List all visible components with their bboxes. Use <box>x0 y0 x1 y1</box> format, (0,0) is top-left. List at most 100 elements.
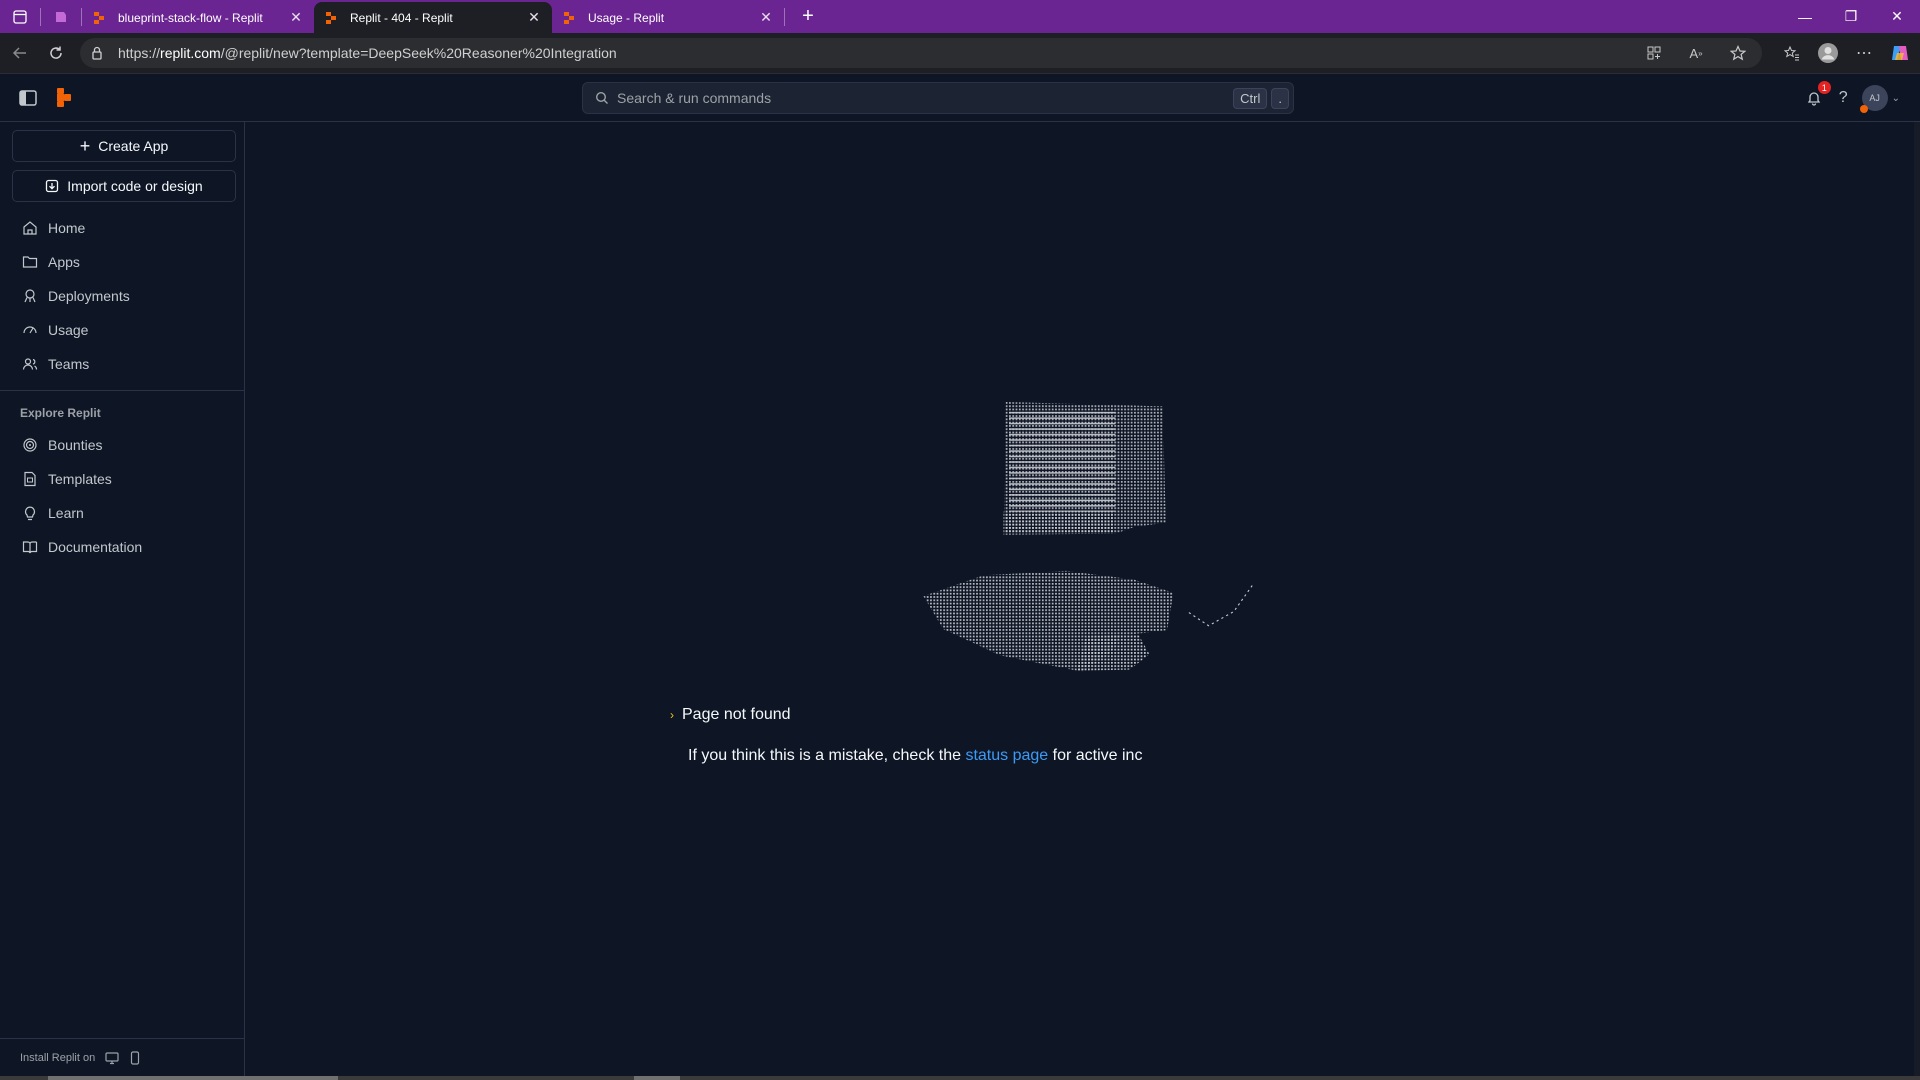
import-icon <box>46 179 59 193</box>
plus-icon: + <box>79 135 91 156</box>
profile-icon[interactable] <box>1814 39 1842 67</box>
sidebar-item-bounties[interactable]: Bounties <box>0 428 245 462</box>
sidebar-item-teams[interactable]: Teams <box>0 347 245 381</box>
explore-heading: Explore Replit <box>20 406 101 420</box>
folder-icon <box>22 256 38 268</box>
pinned-tab-icon[interactable] <box>41 0 81 33</box>
close-tab-icon[interactable]: ✕ <box>526 9 542 26</box>
tab-separator <box>784 7 785 26</box>
minimize-icon[interactable]: — <box>1782 0 1828 33</box>
browser-toolbar: https://replit.com/@replit/new?template=… <box>0 33 1920 74</box>
address-bar[interactable]: https://replit.com/@replit/new?template=… <box>80 38 1762 68</box>
read-aloud-icon[interactable]: A» <box>1682 39 1710 67</box>
sidebar-item-label: Bounties <box>48 437 103 453</box>
help-icon[interactable]: ? <box>1839 89 1848 107</box>
replit-favicon-icon <box>326 11 336 24</box>
page-scrollbar[interactable] <box>1914 122 1920 1076</box>
mistake-suffix: for active inc <box>1048 747 1143 764</box>
favorites-icon[interactable] <box>1778 39 1806 67</box>
mobile-icon[interactable] <box>129 1050 141 1065</box>
mistake-message: If you think this is a mistake, check th… <box>688 747 1142 765</box>
sidebar: + Create App Import code or design Home … <box>0 122 245 1076</box>
search-icon <box>595 91 608 104</box>
sidebar-item-apps[interactable]: Apps <box>0 245 245 279</box>
replit-header: Search & run commands Ctrl . 1 ? AJ ⌄ <box>0 74 1920 122</box>
taskbar-preview-strip <box>0 1076 1920 1080</box>
sidebar-item-home[interactable]: Home <box>0 211 245 245</box>
sidebar-item-label: Home <box>48 220 86 236</box>
not-found-heading: › Page not found <box>670 706 791 724</box>
close-tab-icon[interactable]: ✕ <box>758 9 774 26</box>
book-icon <box>22 541 38 554</box>
replit-favicon-icon <box>94 11 104 24</box>
not-found-text: Page not found <box>682 706 791 723</box>
shortcut-ctrl-key: Ctrl <box>1233 87 1268 109</box>
usage-icon <box>23 326 37 334</box>
restore-icon[interactable]: ❐ <box>1828 0 1874 33</box>
sidebar-item-learn[interactable]: Learn <box>0 496 245 530</box>
chevron-down-icon[interactable]: ⌄ <box>1892 93 1900 104</box>
user-avatar[interactable]: AJ <box>1859 85 1888 113</box>
command-search-input[interactable]: Search & run commands Ctrl . <box>582 82 1294 114</box>
tab-title: Replit - 404 - Replit <box>350 10 453 25</box>
sidebar-item-label: Templates <box>48 471 112 487</box>
sidebar-item-deployments[interactable]: Deployments <box>0 279 245 313</box>
sidebar-item-documentation[interactable]: Documentation <box>0 530 245 564</box>
tab-title: blueprint-stack-flow - Replit <box>118 10 263 25</box>
import-label: Import code or design <box>67 178 203 194</box>
notification-badge: 1 <box>1817 81 1831 94</box>
tab-actions-icon[interactable] <box>0 0 40 33</box>
shortcut-dot-key: . <box>1271 87 1289 109</box>
bounties-icon <box>23 438 37 452</box>
ascii-art-illustration <box>923 402 1253 672</box>
explore-nav: Bounties Templates Learn Documentation <box>0 428 245 564</box>
create-app-label: Create App <box>98 138 169 154</box>
close-tab-icon[interactable]: ✕ <box>288 9 304 26</box>
desktop-icon[interactable] <box>105 1051 119 1065</box>
replit-favicon-icon <box>564 11 574 24</box>
more-menu-icon[interactable]: ⋯ <box>1850 39 1878 67</box>
browser-tab-active[interactable]: Replit - 404 - Replit ✕ <box>314 2 552 33</box>
import-button[interactable]: Import code or design <box>12 170 236 202</box>
new-tab-button[interactable]: + <box>793 5 823 28</box>
browser-tab[interactable]: blueprint-stack-flow - Replit ✕ <box>82 2 314 33</box>
sidebar-item-label: Documentation <box>48 539 143 555</box>
sidebar-item-label: Learn <box>48 505 84 521</box>
main-content: › Page not found If you think this is a … <box>246 122 1920 1076</box>
reload-icon[interactable] <box>38 35 74 71</box>
strip-segment <box>48 1076 338 1080</box>
sidebar-toggle-icon[interactable] <box>18 88 38 108</box>
install-label: Install Replit on <box>20 1051 96 1064</box>
sidebar-item-label: Usage <box>48 322 89 338</box>
notifications-button[interactable]: 1 <box>1803 81 1831 109</box>
browser-tab-strip: blueprint-stack-flow - Replit ✕ Replit -… <box>0 0 1920 33</box>
templates-icon <box>24 471 36 487</box>
back-icon[interactable] <box>2 35 38 71</box>
sidebar-item-usage[interactable]: Usage <box>0 313 245 347</box>
sidebar-divider <box>0 390 245 391</box>
teams-icon <box>22 358 38 370</box>
lock-icon[interactable] <box>90 46 114 60</box>
sidebar-item-label: Apps <box>48 254 80 270</box>
sidebar-item-label: Teams <box>48 356 90 372</box>
browser-tab[interactable]: Usage - Replit ✕ <box>552 2 784 33</box>
app-available-icon[interactable] <box>1640 39 1668 67</box>
tab-title: Usage - Replit <box>588 10 665 25</box>
home-icon <box>23 221 37 235</box>
close-window-icon[interactable]: ✕ <box>1874 0 1920 33</box>
lightbulb-icon <box>24 506 36 521</box>
create-app-button[interactable]: + Create App <box>12 130 236 162</box>
primary-nav: Home Apps Deployments Usage Teams <box>0 211 245 381</box>
status-page-link[interactable]: status page <box>965 747 1048 764</box>
mistake-prefix: If you think this is a mistake, check th… <box>688 747 966 764</box>
search-placeholder: Search & run commands <box>617 90 772 106</box>
install-replit-footer: Install Replit on <box>0 1038 245 1076</box>
replit-logo-icon[interactable] <box>54 87 74 109</box>
url-text: https://replit.com/@replit/new?template=… <box>118 45 617 61</box>
sidebar-item-templates[interactable]: Templates <box>0 462 245 496</box>
chevron-right-icon: › <box>670 708 674 722</box>
window-controls: — ❐ ✕ <box>1782 0 1920 33</box>
deployments-icon <box>24 289 36 303</box>
copilot-icon[interactable] <box>1886 39 1914 67</box>
favorite-star-icon[interactable] <box>1724 39 1752 67</box>
